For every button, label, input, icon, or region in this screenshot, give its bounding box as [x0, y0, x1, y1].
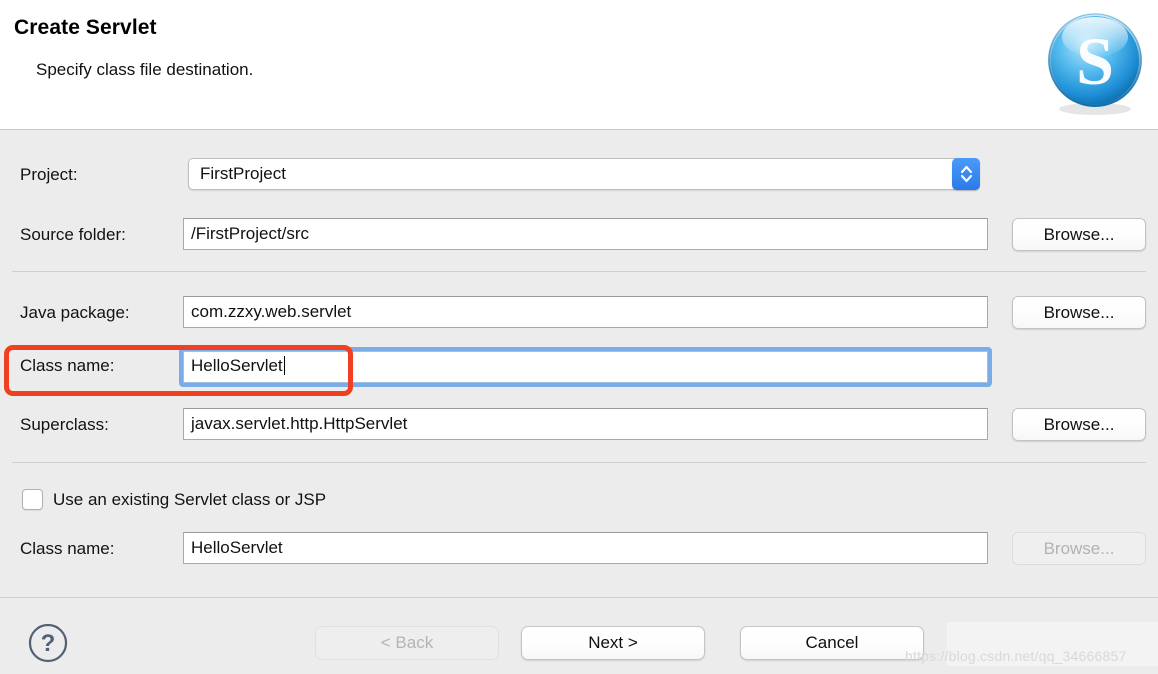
text-caret	[284, 356, 285, 375]
existing-class-name-label: Class name:	[20, 539, 114, 559]
servlet-sphere-icon: S	[1040, 8, 1150, 118]
field-row-superclass: Superclass: javax.servlet.http.HttpServl…	[0, 408, 1158, 442]
field-row-project: Project: FirstProject	[0, 158, 1158, 192]
field-row-use-existing: Use an existing Servlet class or JSP	[0, 483, 1158, 517]
use-existing-label: Use an existing Servlet class or JSP	[53, 490, 326, 510]
next-label: Next >	[588, 633, 638, 653]
source-folder-label: Source folder:	[20, 225, 126, 245]
source-folder-input[interactable]: /FirstProject/src	[183, 218, 988, 250]
existing-class-name-value: HelloServlet	[191, 538, 283, 557]
browse-label: Browse...	[1044, 415, 1115, 435]
chevron-up-down-icon	[959, 163, 974, 185]
field-row-source-folder: Source folder: /FirstProject/src Browse.…	[0, 218, 1158, 252]
svg-text:S: S	[1076, 23, 1114, 99]
section-divider-2	[12, 462, 1146, 463]
next-button[interactable]: Next >	[521, 626, 705, 660]
java-package-browse-button[interactable]: Browse...	[1012, 296, 1146, 329]
project-label: Project:	[20, 165, 78, 185]
class-name-input[interactable]: HelloServlet	[183, 351, 988, 383]
wizard-header: Create Servlet Specify class file destin…	[0, 0, 1158, 130]
browse-label: Browse...	[1044, 225, 1115, 245]
wizard-body: Project: FirstProject Source folder: /Fi…	[0, 131, 1158, 597]
watermark-text: https://blog.csdn.net/qq_34666857	[905, 648, 1126, 664]
field-row-existing-class-name: Class name: HelloServlet Browse...	[0, 532, 1158, 566]
source-folder-browse-button[interactable]: Browse...	[1012, 218, 1146, 251]
svg-text:?: ?	[41, 630, 56, 657]
existing-class-name-input[interactable]: HelloServlet	[183, 532, 988, 564]
cancel-button[interactable]: Cancel	[740, 626, 924, 660]
superclass-label: Superclass:	[20, 415, 109, 435]
source-folder-value: /FirstProject/src	[191, 224, 309, 243]
superclass-input[interactable]: javax.servlet.http.HttpServlet	[183, 408, 988, 440]
project-value: FirstProject	[200, 164, 286, 183]
cancel-label: Cancel	[806, 633, 859, 653]
section-divider-1	[12, 271, 1146, 272]
create-servlet-wizard: Create Servlet Specify class file destin…	[0, 0, 1158, 674]
browse-label: Browse...	[1044, 539, 1115, 559]
java-package-value: com.zzxy.web.servlet	[191, 302, 351, 321]
field-row-class-name: Class name: HelloServlet	[0, 349, 1158, 383]
java-package-label: Java package:	[20, 303, 130, 323]
back-button: < Back	[315, 626, 499, 660]
use-existing-checkbox[interactable]	[22, 489, 43, 510]
back-label: < Back	[381, 633, 433, 653]
browse-label: Browse...	[1044, 303, 1115, 323]
java-package-input[interactable]: com.zzxy.web.servlet	[183, 296, 988, 328]
existing-class-name-browse-button: Browse...	[1012, 532, 1146, 565]
help-question-icon[interactable]: ?	[28, 623, 68, 663]
field-row-java-package: Java package: com.zzxy.web.servlet Brows…	[0, 296, 1158, 330]
superclass-browse-button[interactable]: Browse...	[1012, 408, 1146, 441]
page-title: Create Servlet	[14, 16, 157, 40]
page-subtitle: Specify class file destination.	[36, 60, 253, 80]
class-name-value: HelloServlet	[191, 356, 283, 375]
project-combobox-stepper[interactable]	[952, 158, 980, 190]
project-combobox[interactable]: FirstProject	[188, 158, 980, 190]
class-name-label: Class name:	[20, 356, 114, 376]
superclass-value: javax.servlet.http.HttpServlet	[191, 414, 407, 433]
